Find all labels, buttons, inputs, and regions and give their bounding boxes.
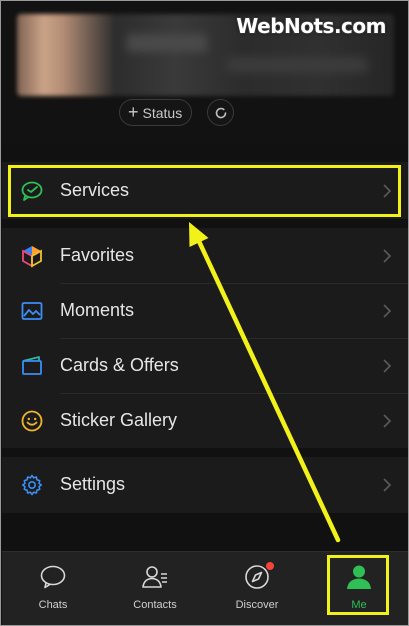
app-screen: WebNots.com + Status Services Favorites … (0, 0, 409, 626)
annotation-arrow (189, 222, 341, 543)
